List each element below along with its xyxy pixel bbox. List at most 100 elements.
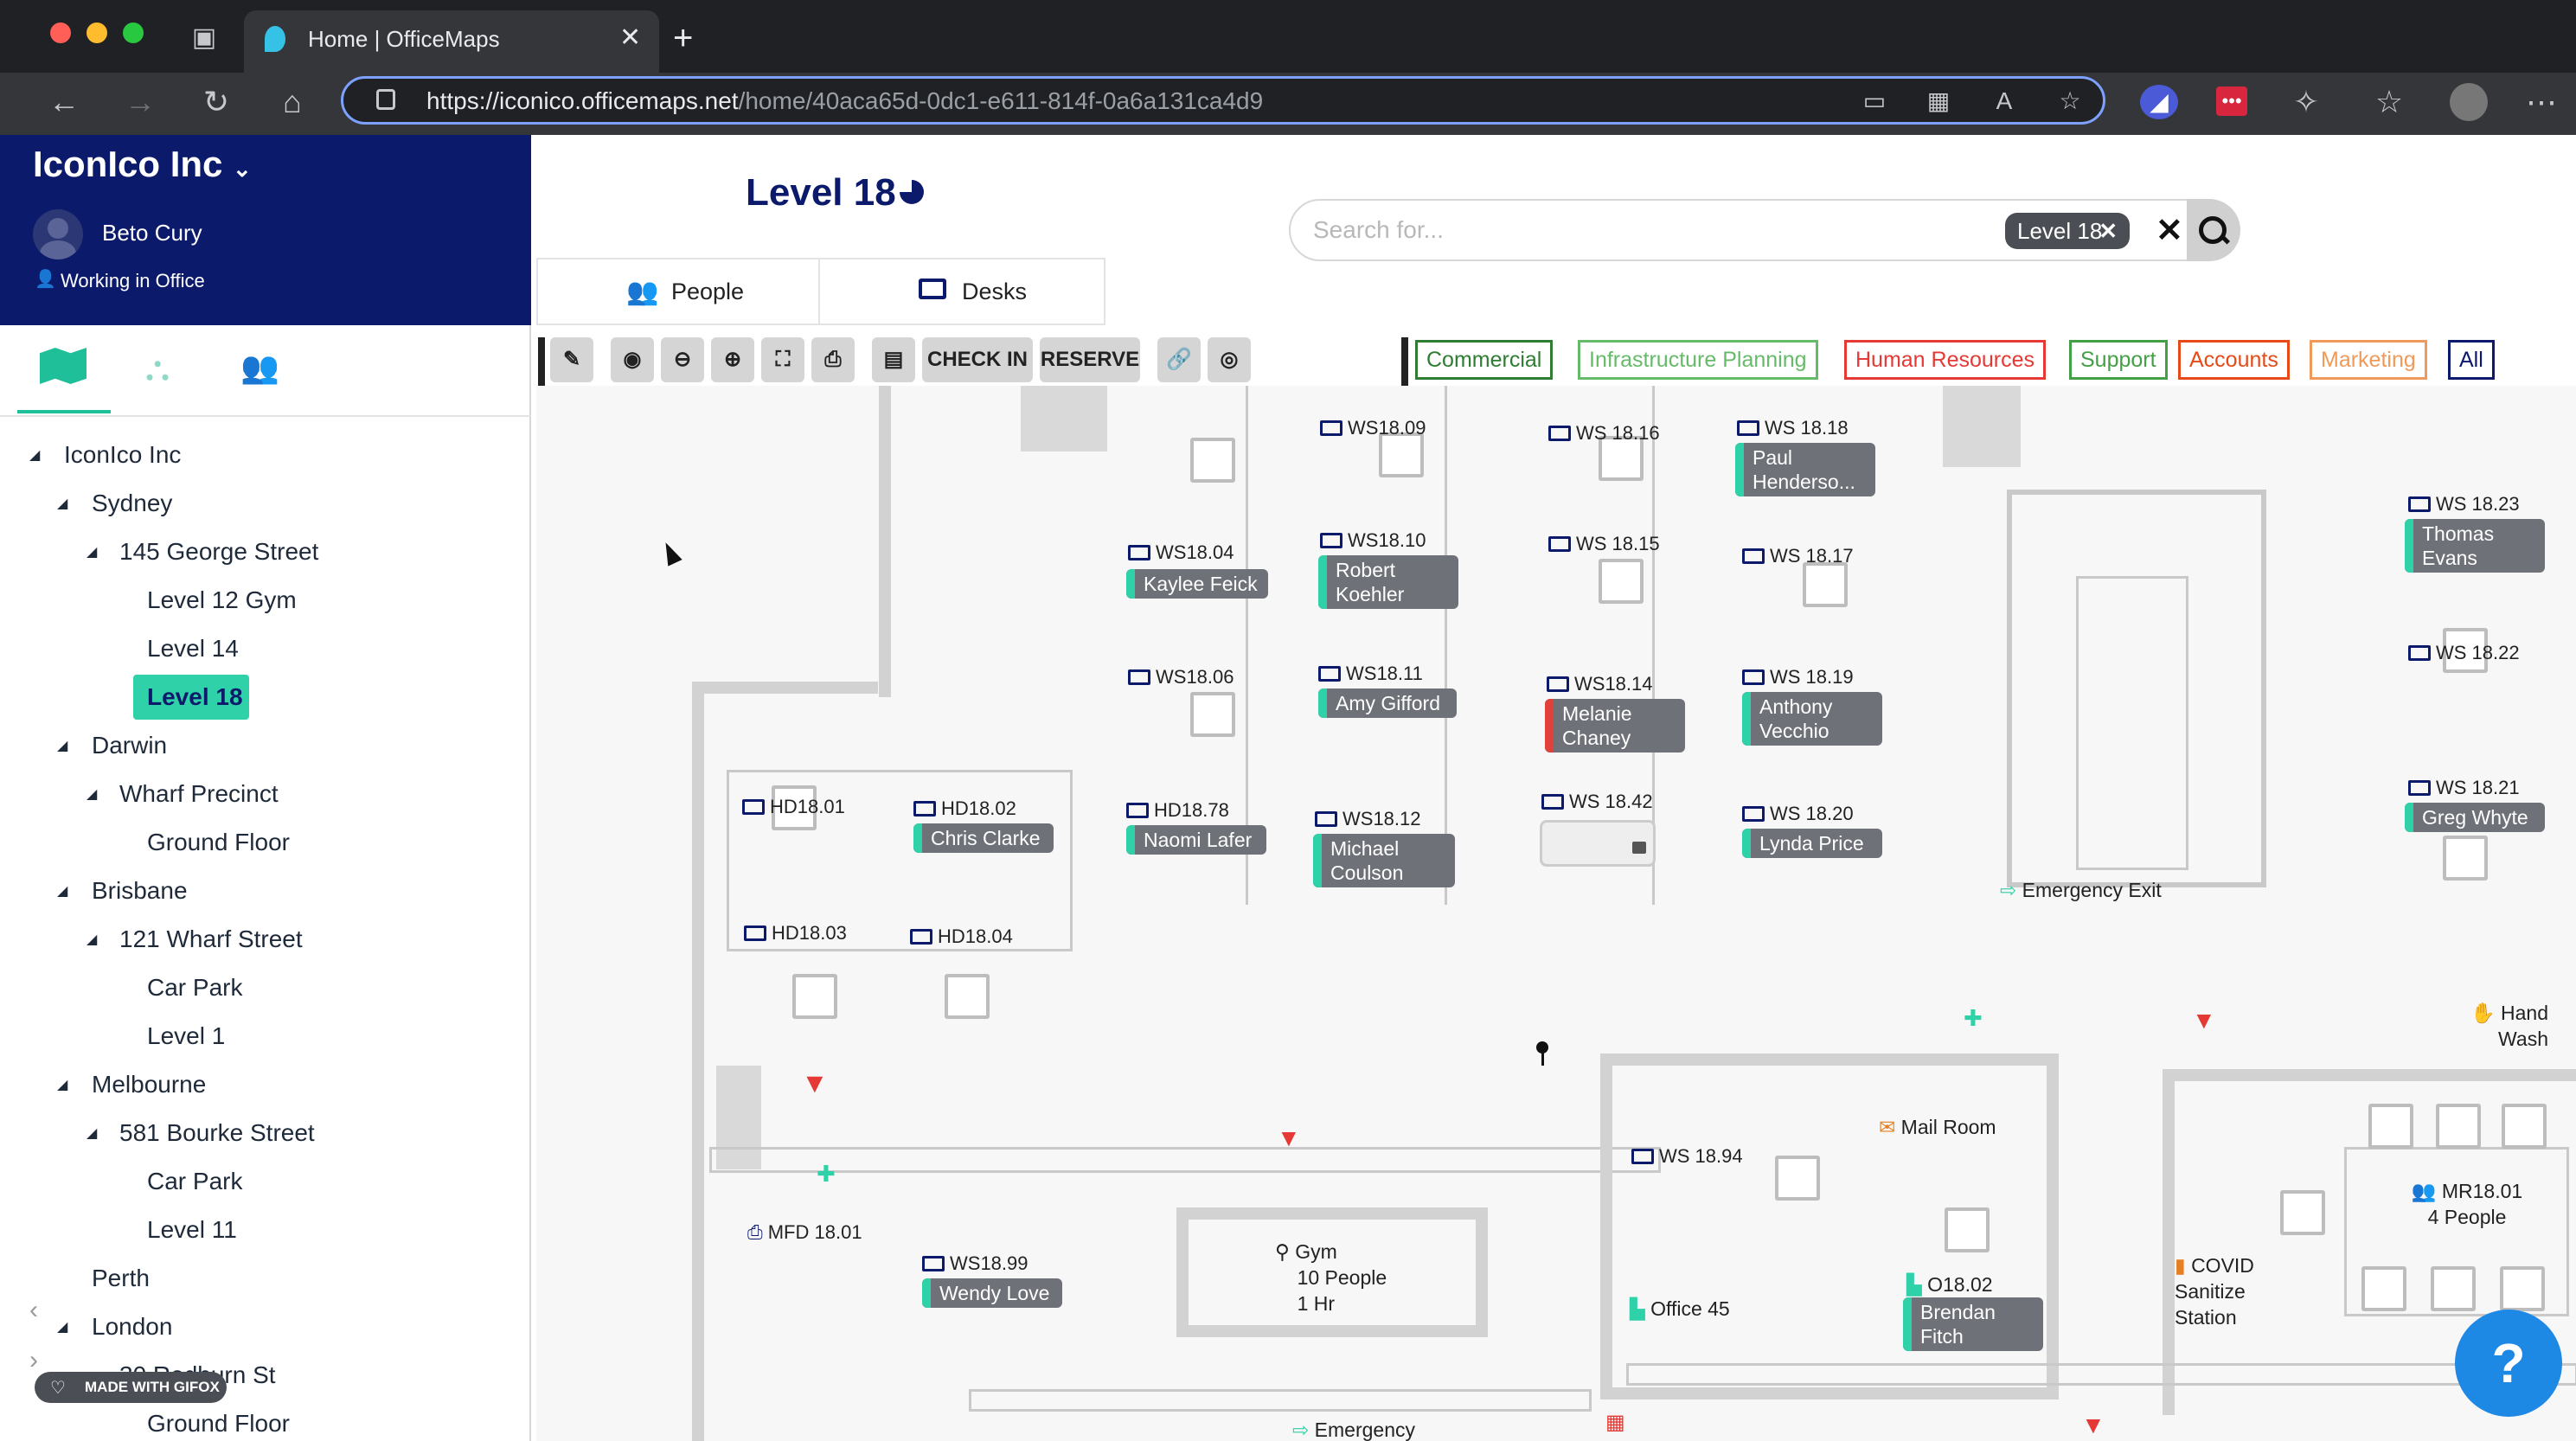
url-text[interactable]: https://iconico.officemaps.net/home/40ac… [426, 87, 1263, 115]
collapse-arrow-icon[interactable]: ◢ [87, 931, 97, 948]
meeting-room-label[interactable]: 👥 MR18.01 4 People [2381, 1178, 2554, 1230]
desk-ws18-18[interactable]: WS 18.18 [1737, 417, 1849, 439]
collapse-arrow-icon[interactable]: ◢ [87, 543, 97, 560]
desk-ws18-99[interactable]: WS18.99 [922, 1252, 1028, 1275]
new-tab-icon[interactable]: + [673, 19, 693, 58]
tree-item-london[interactable]: London [92, 1313, 172, 1341]
tree-item-sydney[interactable]: Sydney [92, 490, 172, 517]
browser-tab[interactable]: Home | OfficeMaps ✕ [244, 10, 659, 73]
tree-item-perth[interactable]: Perth [92, 1265, 150, 1292]
app-available-icon[interactable]: ▭ [1857, 84, 1892, 118]
tree-item-145-george-street[interactable]: 145 George Street [119, 538, 318, 566]
collections-icon[interactable]: ▦ [1921, 84, 1956, 118]
person-card[interactable]: Wendy Love [922, 1278, 1062, 1308]
desk-ws18-09[interactable]: WS18.09 [1320, 417, 1426, 439]
reserve-button[interactable]: RESERVE [1040, 337, 1140, 382]
tree-item-melbourne[interactable]: Melbourne [92, 1071, 206, 1098]
desk-hd18-04[interactable]: HD18.04 [910, 925, 1013, 948]
collapse-arrow-icon[interactable]: ◢ [57, 882, 67, 900]
search-input[interactable]: Search for... Level 18 ✕ ✕ [1289, 199, 2240, 261]
check-in-button[interactable]: CHECK IN [922, 337, 1033, 382]
forward-icon[interactable]: → [121, 85, 159, 119]
person-card[interactable]: Amy Gifford [1318, 688, 1457, 718]
tree-item-car-park[interactable]: Car Park [147, 1168, 242, 1195]
collapse-arrow-icon[interactable]: ◢ [57, 737, 67, 754]
person-card[interactable]: Paul Henderso... [1735, 443, 1875, 496]
collapse-arrow-icon[interactable]: ◢ [57, 1076, 67, 1093]
desk-ws18-20[interactable]: WS 18.20 [1742, 803, 1854, 825]
desk-ws18-23[interactable]: WS 18.23 [2408, 493, 2520, 516]
tab-people[interactable]: 👥 People [536, 258, 820, 325]
person-card[interactable]: Lynda Price [1742, 829, 1882, 858]
tree-item-ground-floor[interactable]: Ground Floor [147, 829, 290, 856]
reload-icon[interactable]: ↻ [197, 85, 235, 119]
person-card[interactable]: Thomas Evans [2405, 519, 2545, 573]
person-card[interactable]: Chris Clarke [913, 823, 1054, 853]
zoom-in-icon[interactable]: ⊕ [711, 337, 754, 382]
filter-infrastructure-planning[interactable]: Infrastructure Planning [1578, 340, 1818, 380]
locate-icon[interactable]: ◉ [611, 337, 654, 382]
desk-hd18-03[interactable]: HD18.03 [744, 922, 847, 945]
desk-hd18-78[interactable]: HD18.78 [1126, 799, 1229, 822]
desk-ws18-19[interactable]: WS 18.19 [1742, 666, 1854, 688]
pie-chart-icon[interactable] [900, 180, 924, 204]
person-card[interactable]: Naomi Lafer [1126, 825, 1266, 855]
minimize-window-button[interactable] [87, 22, 107, 43]
chevron-down-icon[interactable]: ⌄ [233, 156, 252, 182]
close-window-button[interactable] [50, 22, 71, 43]
extensions-puzzle-icon[interactable]: ✧ [2287, 85, 2325, 119]
lock-icon[interactable] [376, 89, 395, 110]
gym-label[interactable]: ⚲ Gym 10 People 1 Hr [1275, 1239, 1387, 1316]
tree-item-iconico[interactable]: IconIco Inc [64, 441, 181, 469]
search-button[interactable] [2187, 199, 2240, 261]
tree-item-brisbane[interactable]: Brisbane [92, 877, 188, 905]
collapse-arrow-icon[interactable]: ◢ [29, 446, 40, 464]
desk-ws18-42[interactable]: WS 18.42 [1541, 791, 1653, 813]
favorites-icon[interactable]: ☆ [2370, 85, 2408, 119]
tree-item-ground-floor[interactable]: Ground Floor [147, 1410, 290, 1438]
person-card[interactable]: Anthony Vecchio [1742, 692, 1882, 746]
tree-item-581-bourke-street[interactable]: 581 Bourke Street [119, 1119, 315, 1147]
clear-search-icon[interactable]: ✕ [2156, 211, 2183, 250]
edit-icon[interactable]: ✎ [550, 337, 593, 382]
tree-item-wharf-precinct[interactable]: Wharf Precinct [119, 780, 279, 808]
address-bar[interactable]: https://iconico.officemaps.net/home/40ac… [341, 76, 2105, 125]
filter-accounts[interactable]: Accounts [2178, 340, 2290, 380]
maximize-window-button[interactable] [123, 22, 144, 43]
filter-commercial[interactable]: Commercial [1415, 340, 1554, 380]
filter-all[interactable]: All [2448, 340, 2495, 380]
desk-ws18-10[interactable]: WS18.10 [1320, 529, 1426, 552]
extension-red-icon[interactable]: ••• [2216, 86, 2247, 116]
desk-hd18-01[interactable]: HD18.01 [742, 796, 845, 818]
profile-avatar[interactable] [2450, 83, 2488, 121]
collapse-arrow-icon[interactable]: ◢ [57, 1318, 67, 1335]
filter-support[interactable]: Support [2069, 340, 2168, 380]
person-card[interactable]: Brendan Fitch [1903, 1297, 2043, 1351]
close-tab-icon[interactable]: ✕ [619, 22, 641, 53]
collapse-arrow-icon[interactable]: ◢ [57, 495, 67, 512]
desk-ws18-04[interactable]: WS18.04 [1128, 541, 1234, 564]
person-card[interactable]: Robert Koehler [1318, 555, 1458, 609]
desk-ws18-06[interactable]: WS18.06 [1128, 666, 1234, 688]
team-icon[interactable]: 👥 [240, 349, 279, 386]
tree-item-level-18[interactable]: Level 18 [147, 683, 243, 711]
map-icon[interactable] [40, 348, 87, 384]
tree-item-level-11[interactable]: Level 11 [147, 1216, 237, 1244]
link-icon[interactable]: 🔗 [1157, 337, 1201, 382]
office-o18-02-label[interactable]: ▙ O18.02 [1906, 1271, 1993, 1297]
search-filter-chip[interactable]: Level 18 ✕ [2005, 213, 2130, 249]
desk-ws18-22[interactable]: WS 18.22 [2408, 642, 2520, 664]
desk-ws18-94[interactable]: WS 18.94 [1631, 1145, 1743, 1168]
desk-ws18-14[interactable]: WS18.14 [1547, 673, 1653, 695]
person-card[interactable]: Greg Whyte [2405, 803, 2545, 832]
tree-item-level-12-gym[interactable]: Level 12 Gym [147, 586, 297, 614]
desk-ws18-15[interactable]: WS 18.15 [1548, 533, 1660, 555]
desk-ws18-16[interactable]: WS 18.16 [1548, 422, 1660, 445]
print-icon[interactable]: ⎙ [811, 337, 855, 382]
remove-chip-icon[interactable]: ✕ [2099, 213, 2118, 249]
home-icon[interactable]: ⌂ [273, 85, 311, 119]
avatar[interactable] [33, 209, 83, 259]
mfd-printer[interactable]: ⎙ MFD 18.01 [747, 1221, 862, 1244]
tree-item-121-wharf-street[interactable]: 121 Wharf Street [119, 925, 303, 953]
add-favorite-icon[interactable]: ☆ [2053, 84, 2087, 118]
